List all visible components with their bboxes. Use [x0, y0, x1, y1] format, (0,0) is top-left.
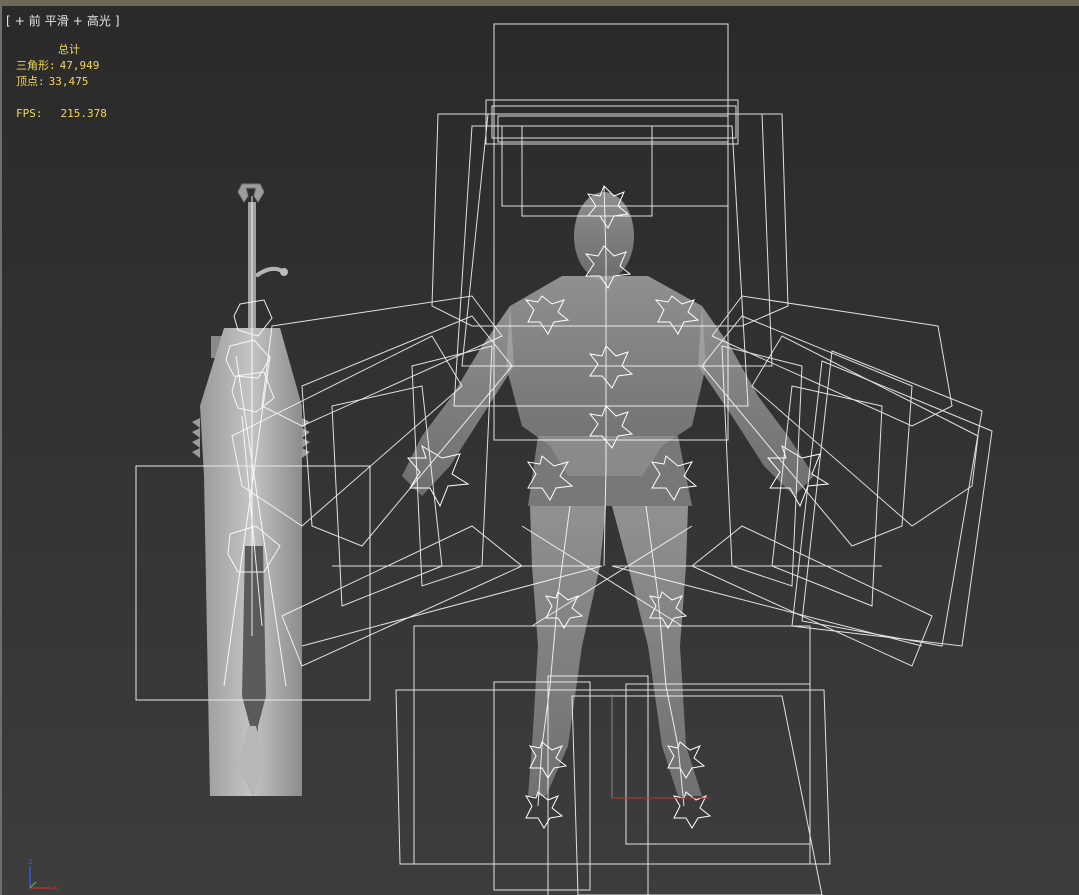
- viewport-shading-mode[interactable]: 平滑: [45, 12, 69, 29]
- stats-vertices-value: 33,475: [48, 75, 89, 88]
- viewport-front[interactable]: [ + 前 平滑 + 高光 ] 总计 三角形: 47,949 顶点: 33,47…: [0, 0, 1079, 895]
- close-bracket: ]: [114, 13, 120, 28]
- scene-canvas[interactable]: [2, 6, 1079, 895]
- open-bracket: [: [6, 13, 11, 28]
- sword-model[interactable]: [135, 183, 371, 796]
- viewport-label-menu[interactable]: [ + 前 平滑 + 高光 ]: [6, 12, 120, 29]
- viewport-menu-plus[interactable]: +: [15, 14, 25, 28]
- character-model[interactable]: [231, 23, 993, 895]
- viewport-highlight-plus[interactable]: +: [73, 14, 83, 28]
- stats-vertices-row: 顶点: 33,475: [16, 74, 107, 90]
- stats-fps-row: FPS: 215.378: [16, 106, 107, 122]
- stats-triangles-label: 三角形:: [16, 59, 56, 72]
- axis-gizmo-icon: z x: [28, 857, 58, 892]
- stats-vertices-label: 顶点:: [16, 75, 45, 88]
- axis-x-label: x: [53, 883, 58, 892]
- stats-triangles-value: 47,949: [59, 59, 100, 72]
- scene-statistics: 总计 三角形: 47,949 顶点: 33,475 FPS: 215.378: [16, 42, 107, 122]
- stats-total-label: 总计: [58, 43, 80, 56]
- viewport-point-of-view[interactable]: 前: [29, 12, 41, 29]
- viewport-highlight-mode[interactable]: 高光: [87, 12, 111, 29]
- axis-z-label: z: [28, 857, 33, 866]
- stats-fps-label: FPS:: [16, 107, 43, 120]
- stats-fps-value: 215.378: [60, 107, 107, 120]
- stats-triangles-row: 三角形: 47,949: [16, 58, 107, 74]
